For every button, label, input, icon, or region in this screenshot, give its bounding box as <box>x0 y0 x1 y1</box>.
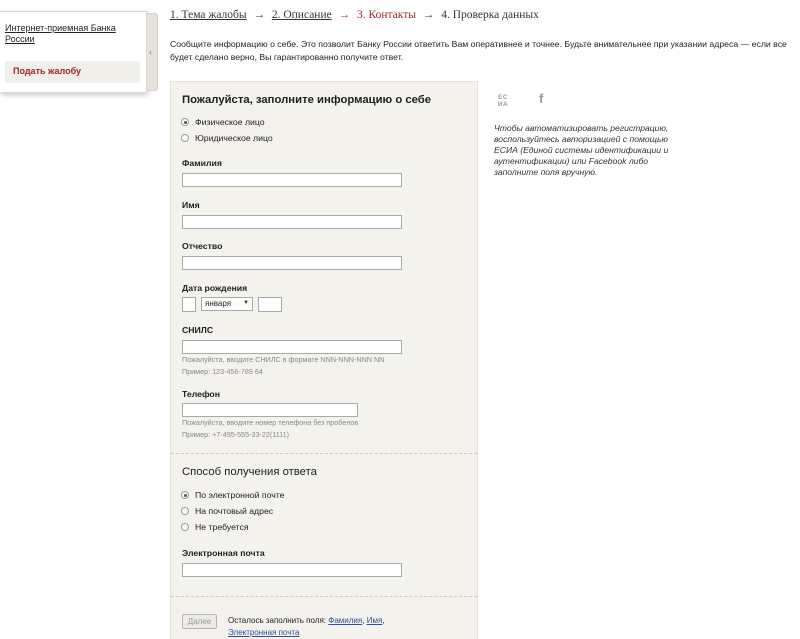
step-breadcrumb: 1. Тема жалобы → 2. Описание → 3. Контак… <box>170 9 539 21</box>
email-input[interactable] <box>182 563 402 577</box>
sidebar-panel: Интернет-приемная Банка России Подать жа… <box>0 11 147 93</box>
contact-form-panel: Пожалуйста, заполните информацию о себе … <box>170 81 478 639</box>
snils-label: СНИЛС <box>182 325 214 335</box>
name-label: Имя <box>182 200 200 210</box>
step-topic-link[interactable]: 1. Тема жалобы <box>170 9 247 21</box>
radio-legal-entity[interactable]: Юридическое лицо <box>181 133 273 143</box>
phone-example: Пример: +7-495-555-33-22(1111) <box>182 430 290 439</box>
arrow-right-icon: → <box>338 9 351 21</box>
birthdate-label: Дата рождения <box>182 283 248 293</box>
step-contacts-current: 3. Контакты <box>356 9 416 21</box>
radio-button[interactable] <box>181 523 189 531</box>
remaining-field-name-link[interactable]: Имя <box>367 616 383 625</box>
chevron-left-icon: ‹ <box>149 47 152 57</box>
next-button[interactable]: Далее <box>182 614 217 629</box>
auth-note: Чтобы автоматизировать регистрацию, восп… <box>494 123 669 177</box>
radio-button-checked[interactable] <box>181 118 189 126</box>
remaining-fields-note: Осталось заполнить поля: Фамилия, Имя, Э… <box>228 615 408 639</box>
esia-login-icon[interactable]: ЕС ИА <box>496 94 510 108</box>
radio-button[interactable] <box>181 134 189 142</box>
arrow-right-icon: → <box>253 9 265 21</box>
birth-month-select[interactable]: января ▼ <box>201 297 253 311</box>
divider <box>171 596 477 597</box>
reply-method-heading: Способ получения ответа <box>182 466 317 478</box>
radio-button[interactable] <box>181 507 189 515</box>
dropdown-caret-icon: ▼ <box>243 300 249 306</box>
form-heading: Пожалуйста, заполните информацию о себе <box>182 94 432 106</box>
radio-reply-none[interactable]: Не требуется <box>181 522 249 532</box>
remaining-field-surname-link[interactable]: Фамилия <box>328 616 362 625</box>
step-description-link[interactable]: 2. Описание <box>272 9 332 21</box>
snils-input[interactable] <box>182 340 402 354</box>
sidebar-item-label: Подать жалобу <box>13 66 82 76</box>
birth-year-input[interactable] <box>258 297 282 312</box>
separator: , <box>382 616 385 625</box>
radio-individual[interactable]: Физическое лицо <box>181 117 265 127</box>
name-input[interactable] <box>182 215 402 229</box>
radio-reply-email[interactable]: По электронной почте <box>181 490 284 500</box>
phone-hint: Пожалуйста, вводите номер телефона без п… <box>182 418 359 427</box>
intro-text: Сообщите информацию о себе. Это позволит… <box>170 39 787 62</box>
snils-hint: Пожалуйста, вводите СНИЛС в формате NNN-… <box>182 355 385 364</box>
radio-label: Не требуется <box>195 522 249 532</box>
radio-label: Физическое лицо <box>195 117 265 127</box>
facebook-icon[interactable]: f <box>539 91 543 106</box>
birth-month-value: января <box>205 299 232 308</box>
radio-label: По электронной почте <box>195 490 285 500</box>
phone-input[interactable] <box>182 403 358 417</box>
divider <box>171 453 477 454</box>
remaining-field-email-link[interactable]: Электронная почта <box>228 628 299 637</box>
birth-day-input[interactable] <box>182 297 196 312</box>
step-review: 4. Проверка данных <box>441 9 539 21</box>
patronymic-input[interactable] <box>182 256 402 270</box>
radio-label: Юридическое лицо <box>195 133 273 143</box>
separator: , <box>362 616 365 625</box>
sidebar-collapse-button[interactable]: ‹ <box>147 13 158 91</box>
surname-label: Фамилия <box>182 158 222 168</box>
phone-label: Телефон <box>182 389 220 399</box>
radio-reply-post[interactable]: На почтовый адрес <box>181 506 273 516</box>
arrow-right-icon: → <box>422 9 435 21</box>
surname-input[interactable] <box>182 173 402 187</box>
sidebar-item-submit-complaint[interactable]: Подать жалобу <box>5 61 140 83</box>
radio-button-checked[interactable] <box>181 491 189 499</box>
snils-example: Пример: 123-456-789 64 <box>182 367 263 376</box>
remaining-prefix: Осталось заполнить поля: <box>228 616 327 625</box>
sidebar-title-link[interactable]: Интернет-приемная Банка России <box>5 23 143 45</box>
patronymic-label: Отчество <box>182 241 223 251</box>
radio-label: На почтовый адрес <box>195 506 274 516</box>
email-label: Электронная почта <box>182 548 265 558</box>
